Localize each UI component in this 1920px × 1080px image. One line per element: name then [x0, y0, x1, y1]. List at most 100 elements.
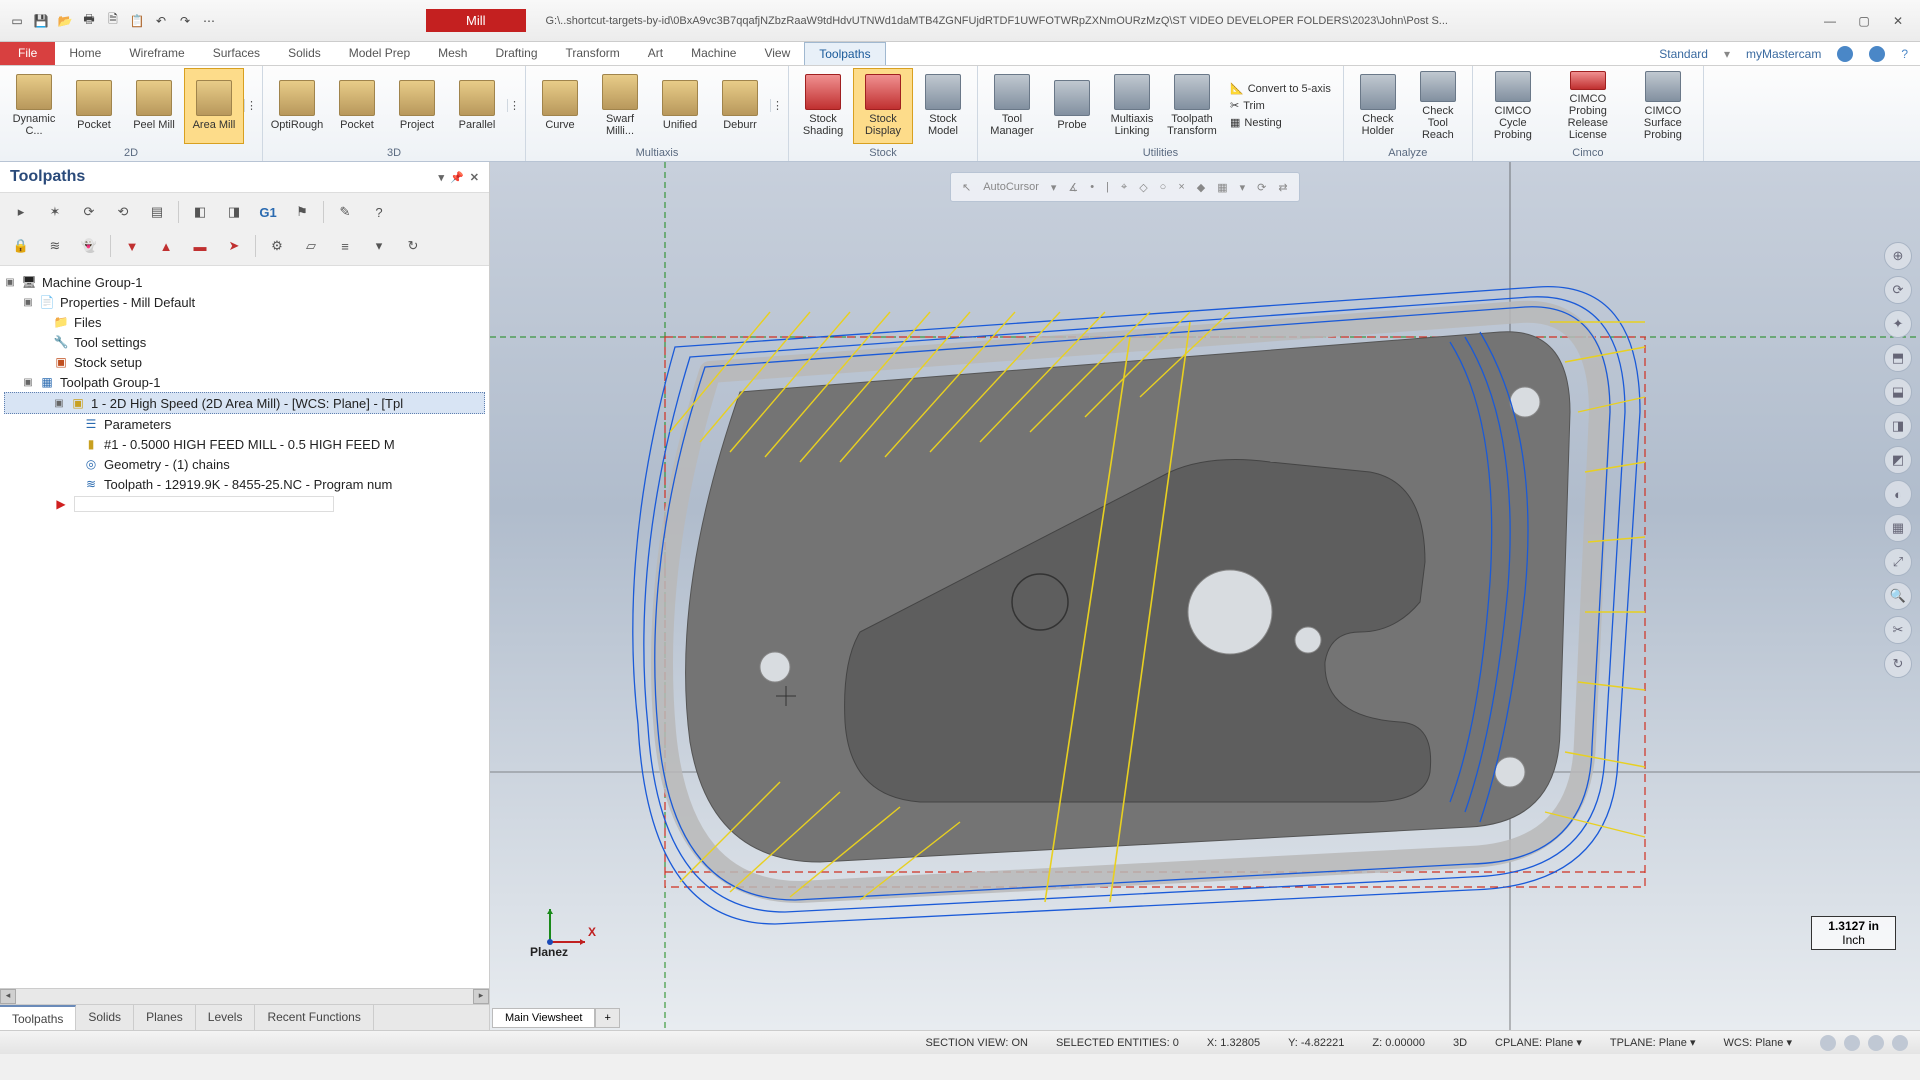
btab-toolpaths[interactable]: Toolpaths — [0, 1005, 76, 1030]
tb-regen-dirty-icon[interactable]: ⟲ — [108, 199, 138, 225]
section-icon[interactable]: ✂ — [1884, 616, 1912, 644]
btn-project[interactable]: Project — [387, 68, 447, 144]
tree-op1[interactable]: 1 - 2D High Speed (2D Area Mill) - [WCS:… — [91, 396, 403, 411]
snap-endpoint-icon[interactable]: ⌖ — [1118, 181, 1130, 194]
status-cplane[interactable]: CPLANE: Plane ▾ — [1495, 1036, 1582, 1049]
tb-sort-icon[interactable]: ≡ — [330, 233, 360, 259]
tree-geometry[interactable]: Geometry - (1) chains — [104, 457, 230, 472]
panel-close-icon[interactable]: ✕ — [470, 171, 479, 184]
snap-center-icon[interactable]: ○ — [1157, 181, 1170, 193]
tree-insert-point[interactable] — [74, 496, 334, 512]
btn-stock-shading[interactable]: Stock Shading — [793, 68, 853, 144]
close-icon[interactable]: ✕ — [1886, 14, 1910, 28]
btn-swarf[interactable]: Swarf Milli... — [590, 68, 650, 144]
new-icon[interactable]: ▭ — [8, 12, 26, 30]
ribbon-tab-mesh[interactable]: Mesh — [424, 42, 481, 65]
tb-highfeed-icon[interactable]: ⚑ — [287, 199, 317, 225]
btn-parallel[interactable]: Parallel — [447, 68, 507, 144]
maximize-icon[interactable]: ▢ — [1852, 14, 1876, 28]
btn-cimco-cycle[interactable]: CIMCO Cycle Probing — [1477, 68, 1549, 144]
shade-icon[interactable]: ◐ — [1884, 480, 1912, 508]
panel-hscroll[interactable]: ◂ ▸ — [0, 988, 489, 1004]
btn-cimco-release[interactable]: CIMCO Probing Release License — [1549, 68, 1627, 144]
tree-files[interactable]: Files — [74, 315, 101, 330]
btn-unified[interactable]: Unified — [650, 68, 710, 144]
tb-insert-icon[interactable]: ▬ — [185, 233, 215, 259]
insert-arrow-icon[interactable]: ▶ — [52, 496, 70, 512]
tb-help-icon[interactable]: ? — [364, 199, 394, 225]
notification-icon[interactable] — [1837, 46, 1853, 62]
group-2d-more-icon[interactable]: ⋮ — [244, 99, 258, 112]
tree-stock-setup[interactable]: Stock setup — [74, 355, 142, 370]
btn-trim[interactable]: ✂ Trim — [1228, 98, 1333, 113]
group-3d-more-icon[interactable]: ⋮ — [507, 99, 521, 112]
open-icon[interactable]: 📂 — [56, 12, 74, 30]
top-view-icon[interactable]: ⬒ — [1884, 344, 1912, 372]
autocursor-label[interactable]: AutoCursor — [980, 181, 1042, 193]
ribbon-tab-machine[interactable]: Machine — [677, 42, 750, 65]
btab-planes[interactable]: Planes — [134, 1005, 196, 1030]
tb-backplot-icon[interactable]: ▤ — [142, 199, 172, 225]
autocursor-toolbar[interactable]: ↖ AutoCursor ▾ ∡ • | ⌖ ◇ ○ × ◆ ▦ ▾ ⟳ ⇄ — [950, 172, 1300, 202]
tree-properties[interactable]: Properties - Mill Default — [60, 295, 195, 310]
autocursor-pt-icon[interactable]: • — [1087, 181, 1097, 193]
front-view-icon[interactable]: ⬓ — [1884, 378, 1912, 406]
print-icon[interactable]: 🖶 — [80, 12, 98, 30]
snap-quad-icon[interactable]: ◆ — [1194, 181, 1208, 194]
tree-machine-group[interactable]: Machine Group-1 — [42, 275, 142, 290]
btn-area-mill[interactable]: Area Mill — [184, 68, 244, 144]
btab-recent[interactable]: Recent Functions — [255, 1005, 373, 1030]
tb-select-all-icon[interactable]: ✶ — [40, 199, 70, 225]
btn-multiaxis-linking[interactable]: Multiaxis Linking — [1102, 68, 1162, 144]
redo-icon[interactable]: ↷ — [176, 12, 194, 30]
status-z[interactable]: Z: 0.00000 — [1372, 1037, 1425, 1049]
status-section-view[interactable]: SECTION VIEW: ON — [925, 1037, 1027, 1049]
tb-ghost-icon[interactable]: 👻 — [74, 233, 104, 259]
viewsheet-tab-main[interactable]: Main Viewsheet — [492, 1008, 595, 1028]
panel-pin-icon[interactable]: 📌 — [450, 171, 464, 184]
status-ind-3-icon[interactable] — [1868, 1035, 1884, 1051]
tb-edit-icon[interactable]: ✎ — [330, 199, 360, 225]
file-icon[interactable]: 🗎 — [104, 12, 122, 30]
btn-optirough[interactable]: OptiRough — [267, 68, 327, 144]
status-tplane[interactable]: TPLANE: Plane ▾ — [1610, 1036, 1696, 1049]
tree-tool-settings[interactable]: Tool settings — [74, 335, 146, 350]
ribbon-tab-solids[interactable]: Solids — [274, 42, 335, 65]
btab-levels[interactable]: Levels — [196, 1005, 256, 1030]
help-icon[interactable]: ? — [1901, 47, 1908, 61]
tb-regenerate-icon[interactable]: ⟳ — [74, 199, 104, 225]
tree-toolpath-nc[interactable]: Toolpath - 12919.9K - 8455-25.NC - Progr… — [104, 477, 392, 492]
ribbon-standard-label[interactable]: Standard — [1659, 47, 1708, 61]
rotate-icon[interactable]: ⟳ — [1884, 276, 1912, 304]
undo-icon[interactable]: ↶ — [152, 12, 170, 30]
btn-cimco-surface[interactable]: CIMCO Surface Probing — [1627, 68, 1699, 144]
iso-view-icon[interactable]: ◩ — [1884, 446, 1912, 474]
btab-solids[interactable]: Solids — [76, 1005, 134, 1030]
ribbon-tab-file[interactable]: File — [0, 42, 55, 65]
globe-icon[interactable] — [1869, 46, 1885, 62]
refresh-view-icon[interactable]: ↻ — [1884, 650, 1912, 678]
btn-dynamic-contour[interactable]: Dynamic C... — [4, 68, 64, 144]
btn-check-holder[interactable]: Check Holder — [1348, 68, 1408, 144]
btn-curve[interactable]: Curve — [530, 68, 590, 144]
tb-dropdown-icon[interactable]: ▾ — [364, 233, 394, 259]
save-icon[interactable]: 💾 — [32, 12, 50, 30]
btn-nesting[interactable]: ▦ Nesting — [1228, 115, 1333, 130]
operations-tree[interactable]: ▣🖥Machine Group-1 ▣📄Properties - Mill De… — [0, 266, 489, 988]
qat-more-icon[interactable]: ⋯ — [200, 12, 218, 30]
ribbon-tab-drafting[interactable]: Drafting — [481, 42, 551, 65]
tb-filter-icon[interactable]: ▱ — [296, 233, 326, 259]
btn-peel-mill[interactable]: Peel Mill — [124, 68, 184, 144]
panel-dropdown-icon[interactable]: ▾ — [439, 171, 445, 184]
ribbon-tab-transform[interactable]: Transform — [552, 42, 634, 65]
tb-down-icon[interactable]: ▼ — [117, 233, 147, 259]
right-view-icon[interactable]: ◨ — [1884, 412, 1912, 440]
btn-tool-manager[interactable]: Tool Manager — [982, 68, 1042, 144]
scroll-left-icon[interactable]: ◂ — [0, 989, 16, 1004]
ribbon-tab-wireframe[interactable]: Wireframe — [115, 42, 198, 65]
tb-options-icon[interactable]: ⚙ — [262, 233, 292, 259]
group-multiaxis-more-icon[interactable]: ⋮ — [770, 99, 784, 112]
snap-grid-icon[interactable]: ▦ — [1214, 181, 1230, 194]
btn-pocket-2d[interactable]: Pocket — [64, 68, 124, 144]
tree-tool[interactable]: #1 - 0.5000 HIGH FEED MILL - 0.5 HIGH FE… — [104, 437, 395, 452]
